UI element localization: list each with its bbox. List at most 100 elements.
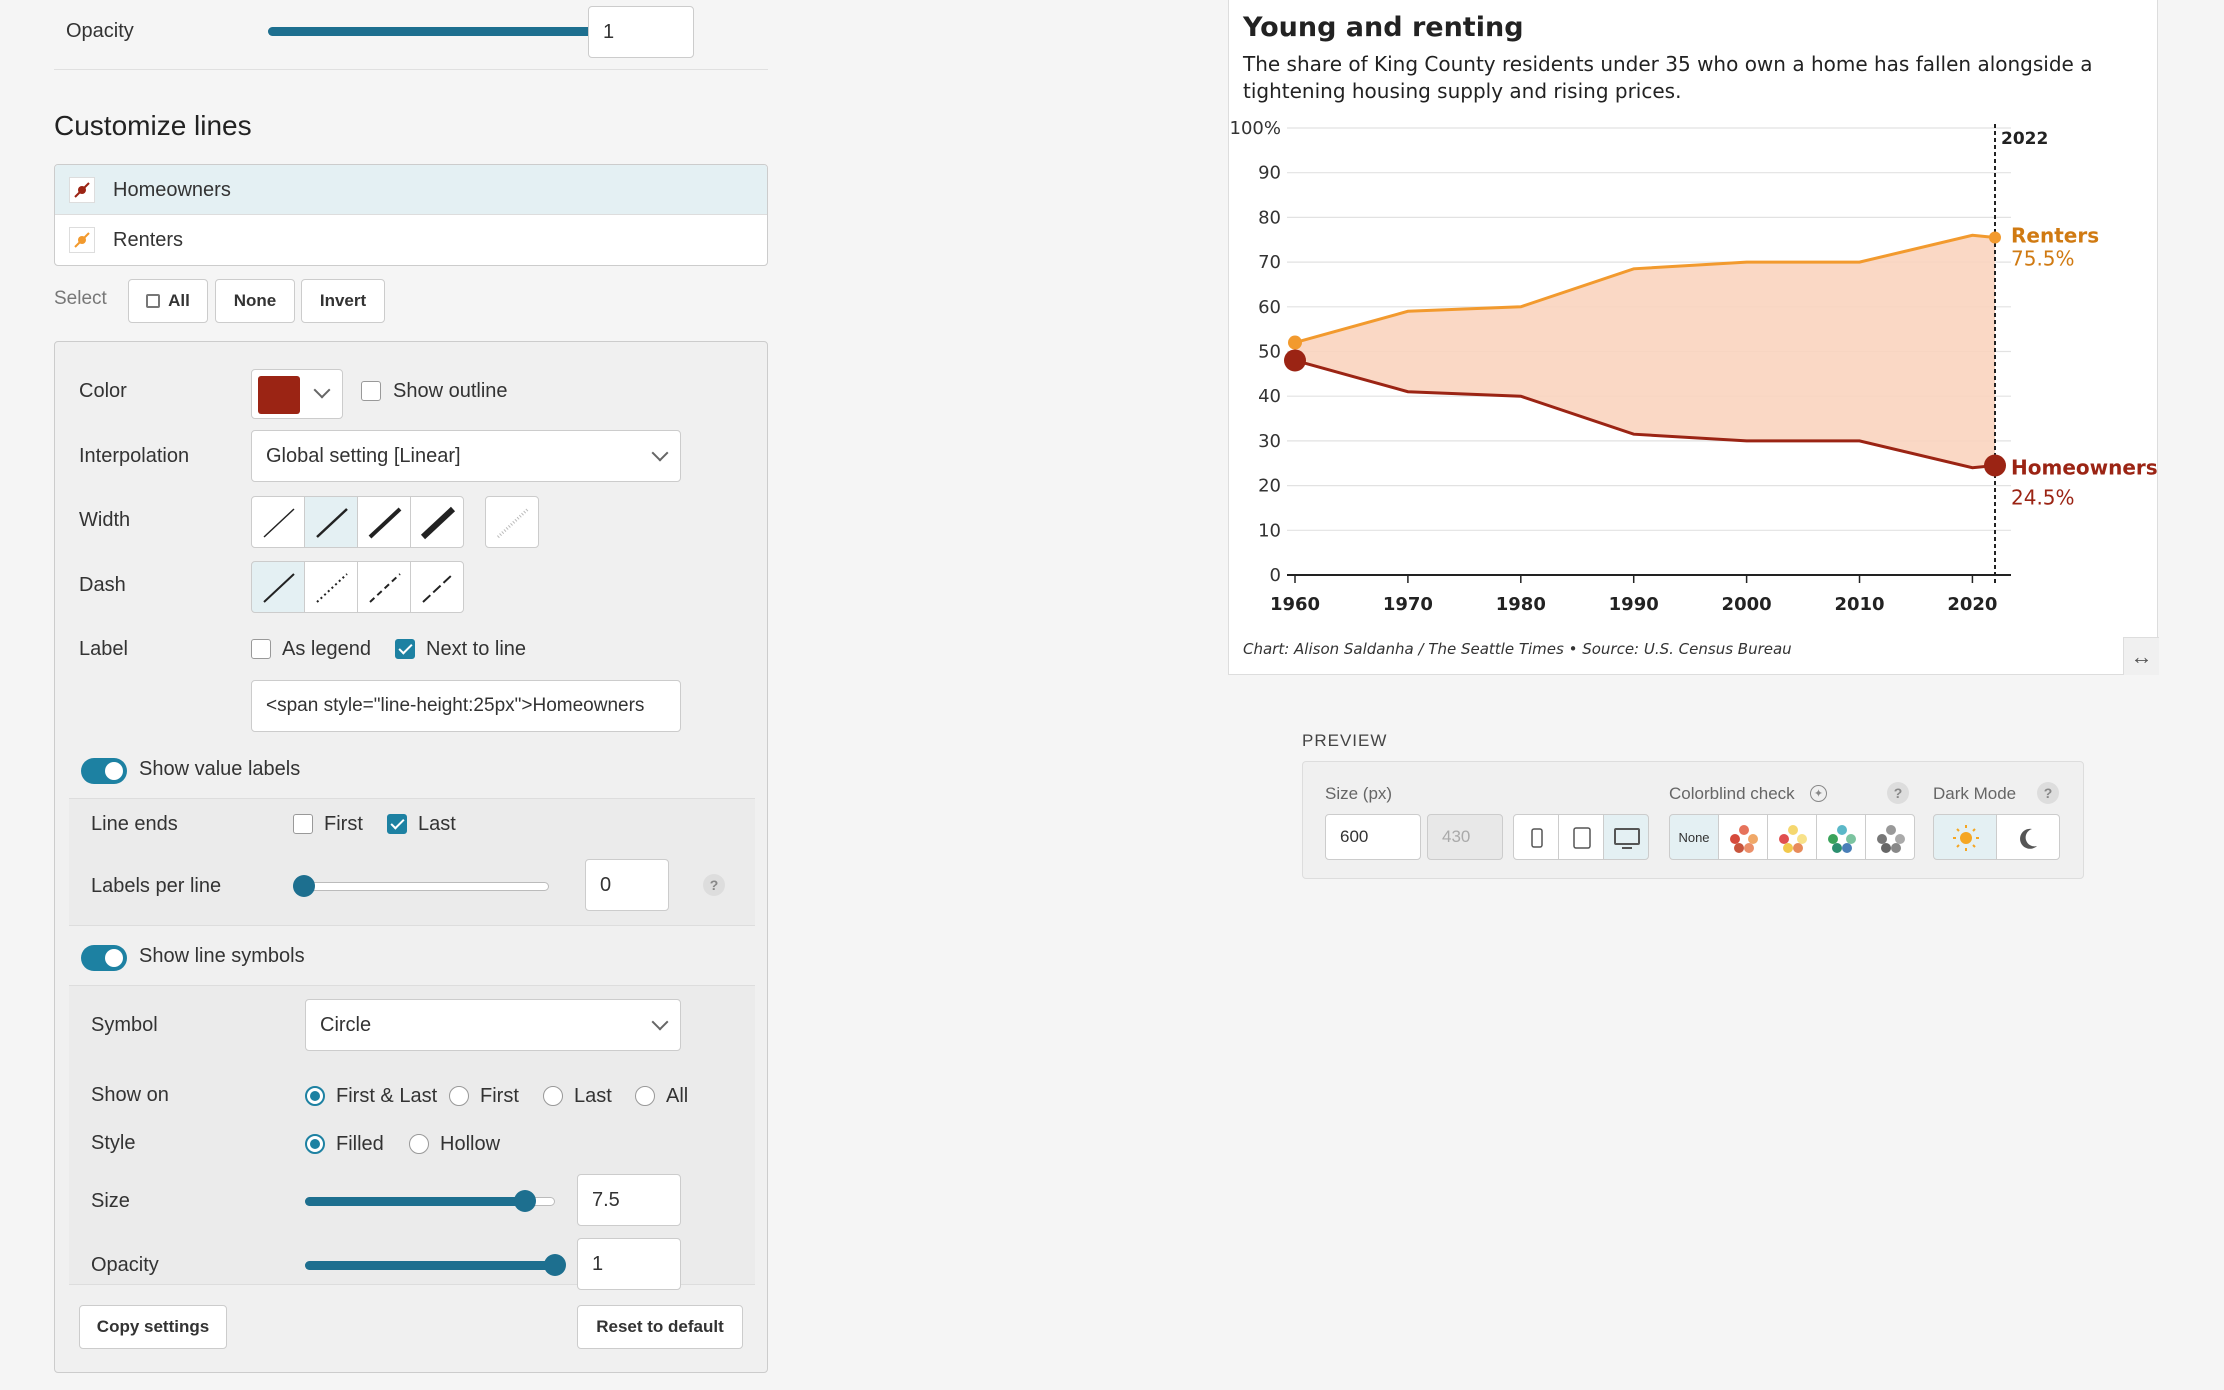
desktop-size-button[interactable]: [1603, 814, 1649, 860]
chart-title: Young and renting: [1243, 12, 1524, 43]
as-legend-checkbox[interactable]: [251, 639, 271, 659]
show-on-last-radio[interactable]: [543, 1086, 563, 1106]
symbol-size-value: 7.5: [592, 1188, 620, 1211]
line-ends-last-checkbox[interactable]: [387, 814, 407, 834]
line-width-heavy-icon: [420, 506, 456, 540]
resize-handle[interactable]: ↔: [2123, 637, 2159, 675]
symbol-select[interactable]: Circle: [305, 999, 681, 1051]
color-picker[interactable]: [251, 369, 343, 419]
tablet-size-button[interactable]: [1558, 814, 1604, 860]
chart-subtitle-line-2: tightening housing supply and rising pri…: [1243, 79, 1682, 103]
sun-icon: [1953, 825, 1979, 851]
dash-option-long-dashed[interactable]: [410, 561, 464, 613]
show-line-symbols-toggle[interactable]: [81, 945, 127, 971]
y-tick-label: 20: [1258, 476, 1281, 497]
show-on-all-radio[interactable]: [635, 1086, 655, 1106]
show-on-first-last-radio[interactable]: [305, 1086, 325, 1106]
symbol-opacity-slider-knob[interactable]: [544, 1254, 566, 1276]
top-opacity-input-value: 1: [603, 20, 615, 43]
y-tick-label: 40: [1258, 386, 1281, 407]
line-list: Homeowners Renters: [54, 164, 768, 266]
labels-per-line-value: 0: [600, 873, 612, 896]
show-on-first-radio[interactable]: [449, 1086, 469, 1106]
select-invert-label: Invert: [319, 291, 367, 310]
symbol-opacity-slider-fill: [305, 1261, 555, 1270]
copy-settings-button[interactable]: Copy settings: [79, 1305, 227, 1349]
line-invisible-icon: [496, 507, 530, 539]
width-label: Width: [79, 509, 131, 531]
value-labels-section: Line ends First Last Labels per line 0 ?: [69, 798, 755, 926]
show-line-symbols-label: Show line symbols: [139, 945, 305, 967]
line-symbol-icon: [69, 177, 95, 203]
next-to-line-checkbox[interactable]: [395, 639, 415, 659]
dash-option-solid[interactable]: [251, 561, 305, 613]
mobile-size-button[interactable]: [1513, 814, 1559, 860]
help-icon[interactable]: ?: [703, 874, 725, 896]
colorblind-grayscale-button[interactable]: [1865, 814, 1915, 860]
label-text-input[interactable]: <span style="line-height:25px">Homeowner…: [251, 680, 681, 732]
show-outline-checkbox[interactable]: [361, 381, 381, 401]
width-option-2[interactable]: [304, 496, 358, 548]
style-hollow-radio[interactable]: [409, 1134, 429, 1154]
preview-width-input[interactable]: 600: [1325, 814, 1421, 860]
select-none-button[interactable]: None: [215, 279, 295, 323]
preview-title: PREVIEW: [1302, 731, 1388, 750]
symbol-size-input[interactable]: 7.5: [577, 1174, 681, 1226]
chart-plot: 0 10 20 30 40 50 60 70 80 90 100% 1960 1970 1980 1990 2…: [1230, 118, 2158, 615]
labels-per-line-slider-knob[interactable]: [293, 875, 315, 897]
top-opacity-input[interactable]: 1: [588, 6, 694, 58]
colorblind-tritanopia-icon: [1828, 825, 1856, 853]
top-opacity-slider-fill: [268, 27, 620, 36]
show-value-labels-toggle[interactable]: [81, 758, 127, 784]
chart-subtitle-line-1: The share of King County residents under…: [1243, 52, 2093, 76]
as-legend-label: As legend: [282, 638, 371, 660]
colorblind-tritanopia-button[interactable]: [1816, 814, 1866, 860]
select-none-label: None: [233, 291, 277, 310]
line-item-label: Homeowners: [113, 179, 231, 201]
dash-option-dotted[interactable]: [304, 561, 358, 613]
labels-per-line-input[interactable]: 0: [585, 859, 669, 911]
colorblind-protanopia-button[interactable]: [1718, 814, 1768, 860]
horizontal-resize-icon: ↔: [2130, 643, 2153, 669]
symbol-opacity-input[interactable]: 1: [577, 1238, 681, 1290]
dash-dotted-icon: [316, 573, 348, 603]
line-item-renters[interactable]: Renters: [55, 215, 767, 265]
style-filled-label: Filled: [336, 1133, 384, 1155]
line-ends-first-label: First: [324, 813, 363, 835]
light-mode-button[interactable]: [1933, 814, 1997, 860]
homeowners-value-label: 24.5%: [2011, 485, 2075, 509]
colorblind-deuteranopia-button[interactable]: [1767, 814, 1817, 860]
help-icon[interactable]: ?: [2037, 782, 2059, 804]
dash-option-dashed[interactable]: [357, 561, 411, 613]
width-invisible-option[interactable]: [485, 496, 539, 548]
dark-mode-button[interactable]: [1996, 814, 2060, 860]
x-tick-label: 2010: [1834, 594, 1884, 615]
width-option-4[interactable]: [410, 496, 464, 548]
y-tick-label: 30: [1258, 431, 1281, 452]
line-item-homeowners[interactable]: Homeowners: [55, 165, 767, 215]
interpolation-select[interactable]: Global setting [Linear]: [251, 430, 681, 482]
labels-per-line-slider[interactable]: [293, 882, 549, 891]
colorblind-none-button[interactable]: None: [1669, 814, 1719, 860]
help-icon[interactable]: ?: [1887, 782, 1909, 804]
symbol-size-slider-fill: [305, 1197, 525, 1206]
reset-to-default-label: Reset to default: [596, 1317, 724, 1336]
colorblind-grayscale-icon: [1877, 825, 1905, 853]
symbol-size-slider-knob[interactable]: [514, 1190, 536, 1212]
style-filled-radio[interactable]: [305, 1134, 325, 1154]
select-all-label: All: [168, 291, 190, 310]
width-option-3[interactable]: [357, 496, 411, 548]
dash-dashed-icon: [369, 573, 401, 603]
mobile-icon: [1531, 828, 1543, 848]
size-px-label: Size (px): [1325, 784, 1393, 803]
line-ends-first-checkbox[interactable]: [293, 814, 313, 834]
reset-to-default-button[interactable]: Reset to default: [577, 1305, 743, 1349]
label-label: Label: [79, 638, 128, 660]
select-all-button[interactable]: All: [128, 279, 208, 323]
desktop-icon: [1614, 828, 1640, 849]
preview-height-value: 430: [1442, 827, 1471, 846]
y-tick-label: 60: [1258, 297, 1281, 318]
select-invert-button[interactable]: Invert: [301, 279, 385, 323]
width-option-1[interactable]: [251, 496, 305, 548]
show-on-option-label: First & Last: [336, 1085, 438, 1107]
